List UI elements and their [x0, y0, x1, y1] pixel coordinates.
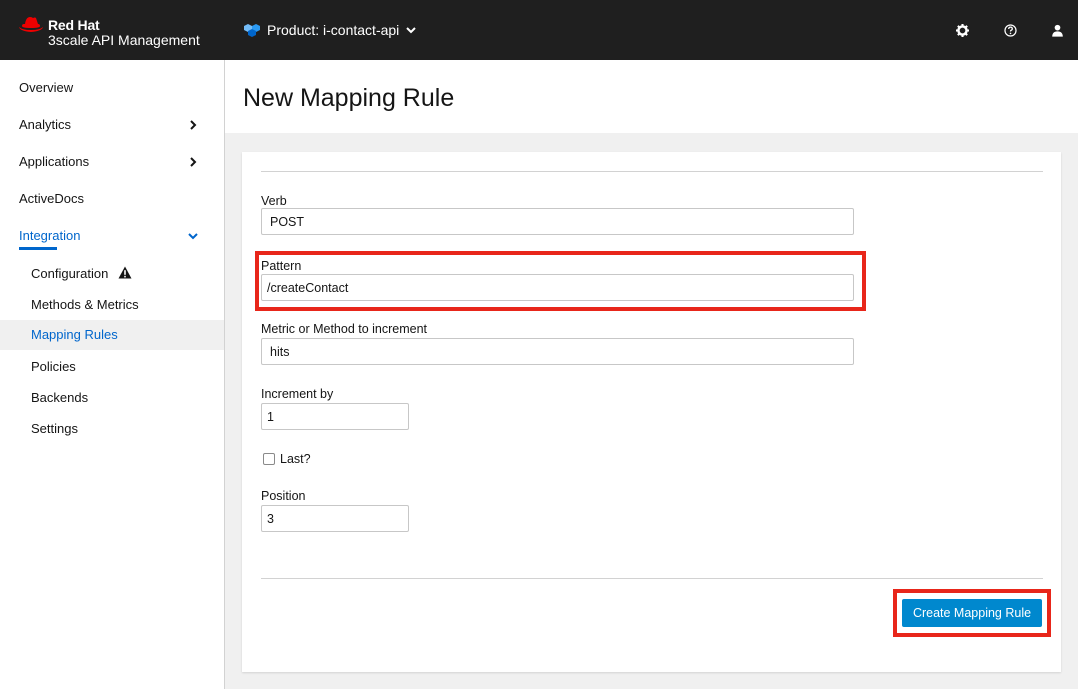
metric-select[interactable]: [261, 338, 854, 365]
chevron-right-icon: [190, 120, 197, 130]
sidebar-subitem-policies[interactable]: Policies: [0, 352, 224, 382]
chevron-right-icon: [190, 157, 197, 167]
product-selector-label: Product: i-contact-api: [267, 22, 400, 38]
active-indicator-bar: [19, 247, 57, 250]
sidebar-item-label: Overview: [19, 80, 74, 95]
sidebar-subitem-label: Configuration: [31, 266, 109, 281]
sidebar-subitem-label: Backends: [31, 390, 89, 405]
last-checkbox[interactable]: [263, 453, 275, 465]
pattern-label: Pattern: [261, 259, 302, 273]
sidebar-subitem-label: Settings: [31, 421, 78, 436]
help-question-icon[interactable]: [1004, 24, 1017, 37]
sidebar-subitem-settings[interactable]: Settings: [0, 414, 224, 444]
position-label: Position: [261, 489, 306, 503]
page-header: New Mapping Rule: [225, 60, 1078, 133]
warning-triangle-icon: [118, 266, 132, 279]
chevron-down-icon: [406, 27, 417, 34]
increment-input[interactable]: [261, 403, 409, 430]
sidebar-subitem-backends[interactable]: Backends: [0, 383, 224, 413]
product-line-name: 3scale API Management: [48, 32, 200, 48]
create-mapping-rule-button[interactable]: Create Mapping Rule: [902, 599, 1042, 627]
user-account-icon[interactable]: [1051, 24, 1064, 37]
last-checkbox-label: Last?: [280, 452, 311, 466]
sidebar-item-activedocs[interactable]: ActiveDocs: [0, 181, 224, 218]
sidebar-item-label: Integration: [19, 228, 81, 243]
sidebar-subitem-label: Methods & Metrics: [31, 297, 139, 312]
page-title: New Mapping Rule: [243, 84, 455, 112]
sidebar-item-label: Applications: [19, 154, 90, 169]
increment-label: Increment by: [261, 387, 334, 401]
sidebar-item-analytics[interactable]: Analytics: [0, 107, 224, 144]
sidebar-item-applications[interactable]: Applications: [0, 144, 224, 181]
form-bottom-divider: [261, 578, 1043, 579]
form-top-divider: [261, 171, 1043, 172]
mapping-rule-form: Verb Pattern Metric or Method to increme…: [242, 152, 1061, 672]
chevron-down-icon: [188, 233, 198, 240]
verb-select[interactable]: [261, 208, 854, 235]
sidebar-subitem-label: Policies: [31, 359, 76, 374]
product-selector[interactable]: Product: i-contact-api: [243, 22, 417, 38]
sidebar-item-label: Analytics: [19, 117, 72, 132]
verb-label: Verb: [261, 194, 287, 208]
red-hat-logo[interactable]: Red Hat 3scale API Management: [18, 15, 218, 49]
red-hat-fedora-icon: [19, 17, 43, 32]
top-header: Red Hat 3scale API Management Product: i…: [0, 0, 1078, 60]
pattern-input[interactable]: [261, 274, 854, 301]
settings-gear-icon[interactable]: [956, 24, 969, 37]
metric-label: Metric or Method to increment: [261, 322, 428, 336]
product-cubes-icon: [244, 24, 260, 37]
position-input[interactable]: [261, 505, 409, 532]
sidebar-subitem-methods-metrics[interactable]: Methods & Metrics: [0, 290, 224, 320]
sidebar-subitem-mapping-rules[interactable]: Mapping Rules: [0, 320, 224, 350]
sidebar-item-label: ActiveDocs: [19, 191, 85, 206]
brand-name: Red Hat: [48, 17, 100, 33]
sidebar-subitem-label: Mapping Rules: [31, 327, 118, 342]
sidebar-nav: Overview Analytics Applications ActiveDo…: [0, 60, 225, 689]
sidebar-item-overview[interactable]: Overview: [0, 70, 224, 107]
sidebar-subitem-configuration[interactable]: Configuration: [0, 259, 224, 289]
